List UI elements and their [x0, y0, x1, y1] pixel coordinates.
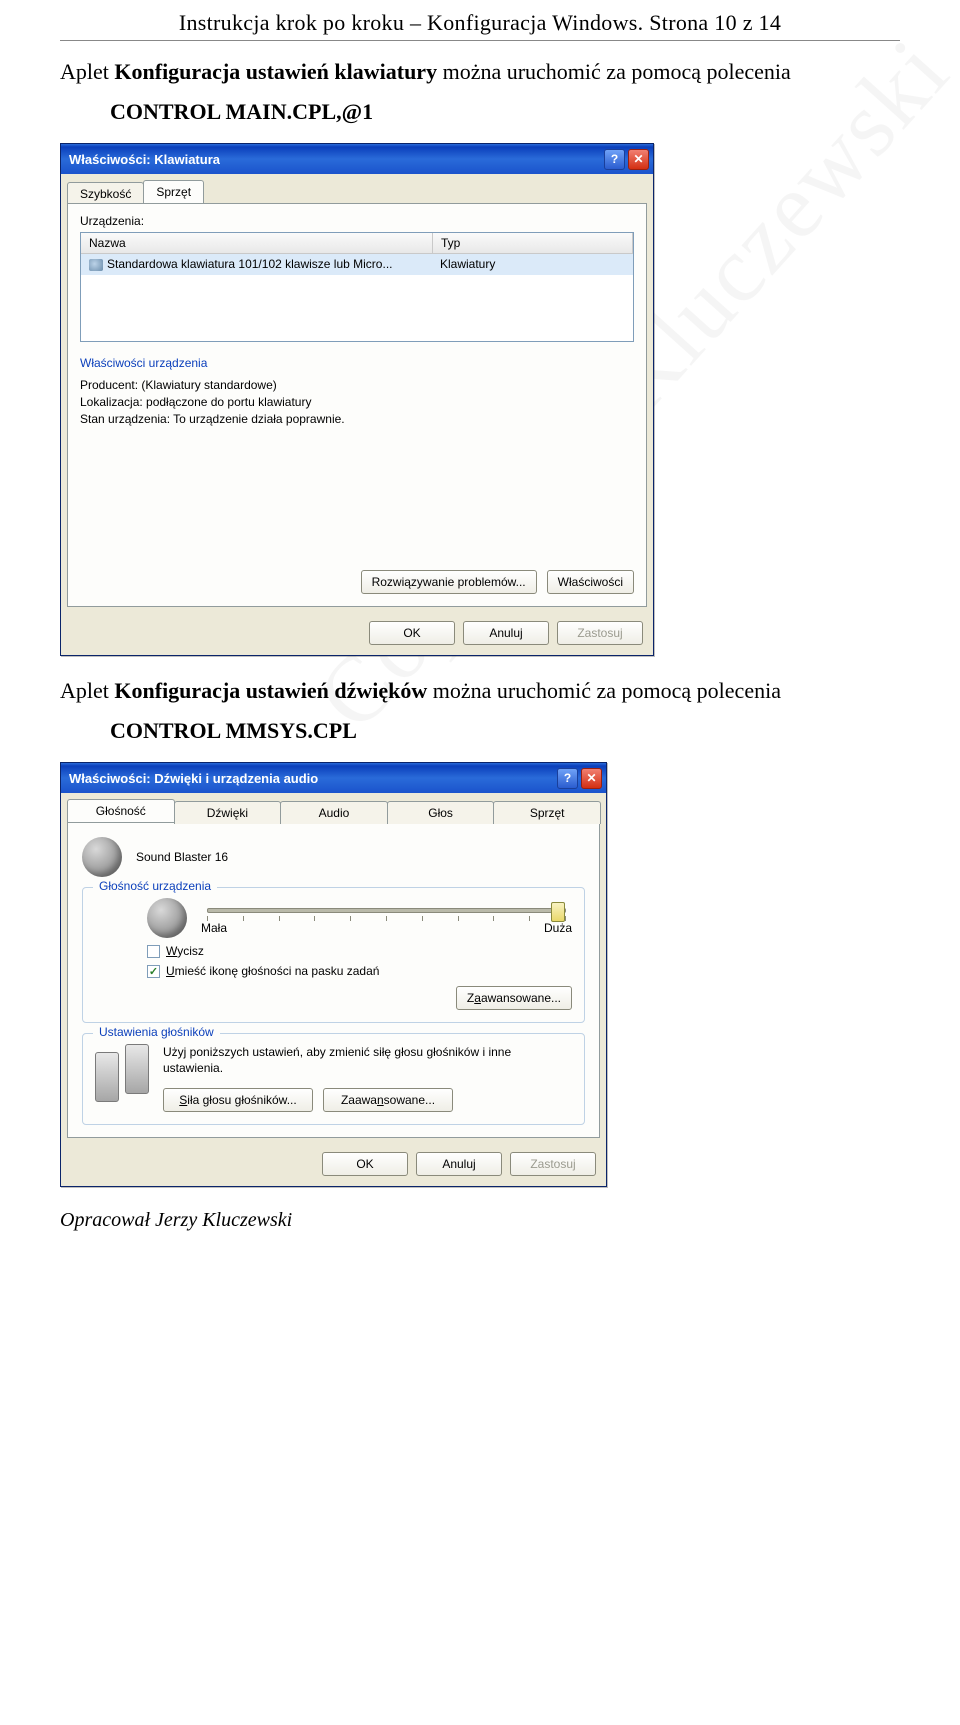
device-name: Sound Blaster 16	[136, 850, 228, 864]
apply-button[interactable]: Zastosuj	[557, 621, 643, 645]
header-rule	[60, 40, 900, 41]
speakers-help-text: Użyj poniższych ustawień, aby zmienić si…	[163, 1044, 572, 1076]
tab-speed[interactable]: Szybkość	[67, 182, 144, 205]
tab-sounds[interactable]: Dźwięki	[174, 801, 282, 824]
speaker-icon	[82, 837, 122, 877]
keyboard-icon	[89, 259, 103, 271]
close-button[interactable]: ✕	[581, 768, 602, 789]
label-low: Mała	[201, 921, 227, 935]
tab-audio[interactable]: Audio	[280, 801, 388, 824]
troubleshoot-button[interactable]: Rozwiązywanie problemów...	[361, 570, 537, 594]
command-1: CONTROL MAIN.CPL,@1	[110, 99, 900, 125]
cancel-button[interactable]: Anuluj	[463, 621, 549, 645]
advanced-button[interactable]: Zaawansowane...	[456, 986, 572, 1010]
para1-b: Konfiguracja ustawień klawiatury	[114, 59, 437, 84]
checkbox-mute-row[interactable]: WWyciszycisz	[147, 944, 572, 958]
paragraph-2: Aplet Konfiguracja ustawień dźwięków moż…	[60, 678, 900, 704]
speaker-icon	[147, 898, 187, 938]
speaker-volume-button[interactable]: Siła głosu głośników...	[163, 1088, 313, 1112]
tab-strip: Głośność Dźwięki Audio Głos Sprzęt	[61, 793, 606, 822]
checkbox-tray[interactable]	[147, 965, 160, 978]
help-button[interactable]: ?	[604, 149, 625, 170]
titlebar[interactable]: Właściwości: Dźwięki i urządzenia audio …	[61, 763, 606, 793]
window-audio-properties: Właściwości: Dźwięki i urządzenia audio …	[60, 762, 607, 1187]
label-high: Duża	[544, 921, 572, 935]
window-title: Właściwości: Dźwięki i urządzenia audio	[69, 771, 318, 786]
para2-a: Aplet	[60, 678, 114, 703]
ok-button[interactable]: OK	[369, 621, 455, 645]
paragraph-1: Aplet Konfiguracja ustawień klawiatury m…	[60, 59, 900, 85]
para1-c: można uruchomić za pomocą polecenia	[437, 59, 791, 84]
kv-status: Stan urządzenia: To urządzenie działa po…	[80, 412, 634, 426]
group-device-volume: Głośność urządzenia Mała Duża	[82, 887, 585, 1023]
row-name: Standardowa klawiatura 101/102 klawisze …	[107, 257, 392, 271]
tab-hardware[interactable]: Sprzęt	[493, 801, 601, 824]
speakers-icon	[95, 1044, 149, 1108]
checkbox-mute[interactable]	[147, 945, 160, 958]
devices-label: Urządzenia:	[80, 214, 634, 228]
tab-hardware[interactable]: Sprzęt	[143, 180, 204, 203]
device-properties-title: Właściwości urządzenia	[80, 356, 634, 370]
tab-strip: Szybkość Sprzęt	[61, 174, 653, 203]
apply-button[interactable]: Zastosuj	[510, 1152, 596, 1176]
col-name[interactable]: Nazwa	[81, 233, 433, 253]
advanced-button-2[interactable]: Zaawansowane...	[323, 1088, 453, 1112]
tab-volume[interactable]: Głośność	[67, 799, 175, 822]
help-button[interactable]: ?	[557, 768, 578, 789]
row-type: Klawiatury	[432, 254, 633, 274]
slider-thumb[interactable]	[551, 902, 565, 922]
list-row[interactable]: Standardowa klawiatura 101/102 klawisze …	[81, 254, 633, 275]
dialog-button-row: OK Anuluj Zastosuj	[61, 613, 653, 655]
cancel-button[interactable]: Anuluj	[416, 1152, 502, 1176]
para1-a: Aplet	[60, 59, 114, 84]
group-title-speakers: Ustawienia głośników	[93, 1025, 220, 1039]
checkbox-tray-label: Umieść ikonę głośności na pasku zadań	[166, 964, 379, 978]
window-keyboard-properties: Właściwości: Klawiatura ? ✕ Szybkość Spr…	[60, 143, 654, 656]
page-footer: Opracował Jerzy Kluczewski	[60, 1209, 900, 1232]
tab-voice[interactable]: Głos	[387, 801, 495, 824]
volume-slider[interactable]	[207, 908, 566, 913]
ok-button[interactable]: OK	[322, 1152, 408, 1176]
para2-b: Konfiguracja ustawień dźwięków	[114, 678, 427, 703]
page-header: Instrukcja krok po kroku – Konfiguracja …	[60, 0, 900, 36]
col-type[interactable]: Typ	[433, 233, 633, 253]
kv-location: Lokalizacja: podłączone do portu klawiat…	[80, 395, 634, 409]
group-speakers: Ustawienia głośników Użyj poniższych ust…	[82, 1033, 585, 1125]
para2-c: można uruchomić za pomocą polecenia	[427, 678, 781, 703]
properties-button[interactable]: Właściwości	[547, 570, 634, 594]
checkbox-tray-row[interactable]: Umieść ikonę głośności na pasku zadań	[147, 964, 572, 978]
group-title-volume: Głośność urządzenia	[93, 879, 217, 893]
tab-body: Urządzenia: Nazwa Typ Standardowa klawia…	[67, 203, 647, 607]
tab-body: Sound Blaster 16 Głośność urządzenia	[67, 822, 600, 1138]
devices-list[interactable]: Nazwa Typ Standardowa klawiatura 101/102…	[80, 232, 634, 342]
close-button[interactable]: ✕	[628, 149, 649, 170]
command-2: CONTROL MMSYS.CPL	[110, 718, 900, 744]
kv-manufacturer: Producent: (Klawiatury standardowe)	[80, 378, 634, 392]
checkbox-mute-label: WWyciszycisz	[166, 944, 204, 958]
titlebar[interactable]: Właściwości: Klawiatura ? ✕	[61, 144, 653, 174]
list-header[interactable]: Nazwa Typ	[81, 233, 633, 254]
dialog-button-row: OK Anuluj Zastosuj	[61, 1144, 606, 1186]
window-title: Właściwości: Klawiatura	[69, 152, 220, 167]
